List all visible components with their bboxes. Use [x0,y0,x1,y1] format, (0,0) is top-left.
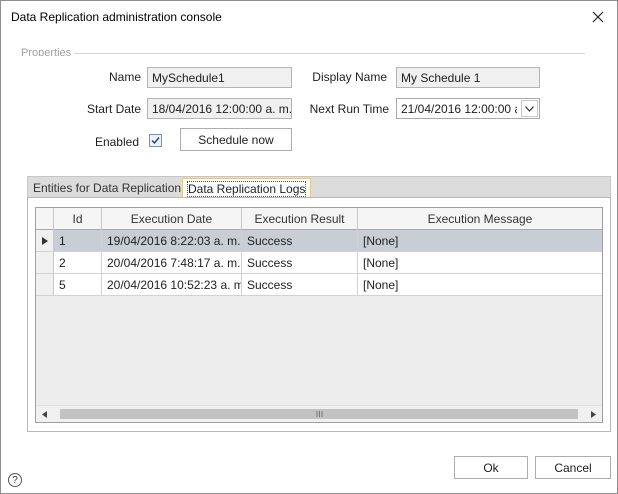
chevron-down-icon [525,105,534,112]
cell-execution-date[interactable]: 20/04/2016 10:52:23 a. m. [102,274,242,296]
properties-group-label: Properties [18,47,75,56]
column-header-execution-date[interactable]: Execution Date [102,208,242,230]
grip-icon [316,411,322,417]
column-header-execution-message[interactable]: Execution Message [358,208,602,230]
cell-execution-message[interactable]: [None] [358,274,602,296]
cell-id[interactable]: 2 [54,252,102,274]
next-run-time-value: 21/04/2016 12:00:00 a. [401,102,517,116]
properties-group-border [20,53,585,54]
name-field[interactable]: MySchedule1 [147,67,292,88]
next-run-time-dropdown-button[interactable] [521,100,538,117]
next-run-time-picker[interactable]: 21/04/2016 12:00:00 a. [396,98,540,119]
cell-id[interactable]: 1 [54,230,102,252]
name-label: Name [108,70,141,84]
cancel-button[interactable]: Cancel [535,456,611,479]
start-date-label: Start Date [86,102,141,116]
scroll-right-button[interactable] [585,406,602,422]
dialog-window: Data Replication administration console … [0,0,618,494]
table-row[interactable]: 1 19/04/2016 8:22:03 a. m. Success [None… [36,230,602,252]
cell-execution-result[interactable]: Success [242,230,358,252]
title-bar: Data Replication administration console [1,1,617,33]
row-header[interactable] [36,252,54,274]
grid-header: Id Execution Date Execution Result Execu… [36,208,602,230]
table-row[interactable]: 2 20/04/2016 7:48:17 a. m. Success [None… [36,252,602,274]
ok-button[interactable]: Ok [454,456,528,479]
close-icon [592,11,604,23]
scroll-thumb[interactable] [60,409,578,419]
schedule-now-button[interactable]: Schedule now [180,128,292,151]
start-date-field[interactable]: 18/04/2016 12:00:00 a. m. [147,98,292,119]
row-header-corner [36,208,54,230]
scroll-left-icon [42,410,47,418]
column-header-id[interactable]: Id [54,208,102,230]
current-row-icon [41,236,48,245]
tab-label: Entities for Data Replication [33,181,182,195]
scroll-right-icon [591,410,596,418]
tab-label: Data Replication Logs [186,181,307,197]
close-button[interactable] [587,6,609,28]
row-header[interactable] [36,230,54,252]
table-row[interactable]: 5 20/04/2016 10:52:23 a. m. Success [Non… [36,274,602,296]
next-run-time-label: Next Run Time [309,102,389,116]
column-header-execution-result[interactable]: Execution Result [242,208,358,230]
checkmark-icon [151,137,160,145]
scroll-left-button[interactable] [36,406,53,422]
row-header[interactable] [36,274,54,296]
tab-data-replication-logs[interactable]: Data Replication Logs [182,178,312,198]
cell-execution-result[interactable]: Success [242,274,358,296]
cell-execution-message[interactable]: [None] [358,252,602,274]
window-title: Data Replication administration console [11,10,222,24]
cell-execution-message[interactable]: [None] [358,230,602,252]
cell-execution-date[interactable]: 20/04/2016 7:48:17 a. m. [102,252,242,274]
horizontal-scrollbar[interactable] [36,405,602,422]
logs-grid[interactable]: Id Execution Date Execution Result Execu… [35,207,603,423]
help-icon[interactable]: ? [8,473,22,487]
cell-execution-date[interactable]: 19/04/2016 8:22:03 a. m. [102,230,242,252]
enabled-label: Enabled [94,135,139,149]
cell-execution-result[interactable]: Success [242,252,358,274]
tab-entities-for-data-replication[interactable]: Entities for Data Replication [28,178,186,198]
enabled-checkbox[interactable] [149,134,162,147]
cell-id[interactable]: 5 [54,274,102,296]
display-name-field[interactable]: My Schedule 1 [396,67,540,88]
display-name-label: Display Name [312,70,387,84]
